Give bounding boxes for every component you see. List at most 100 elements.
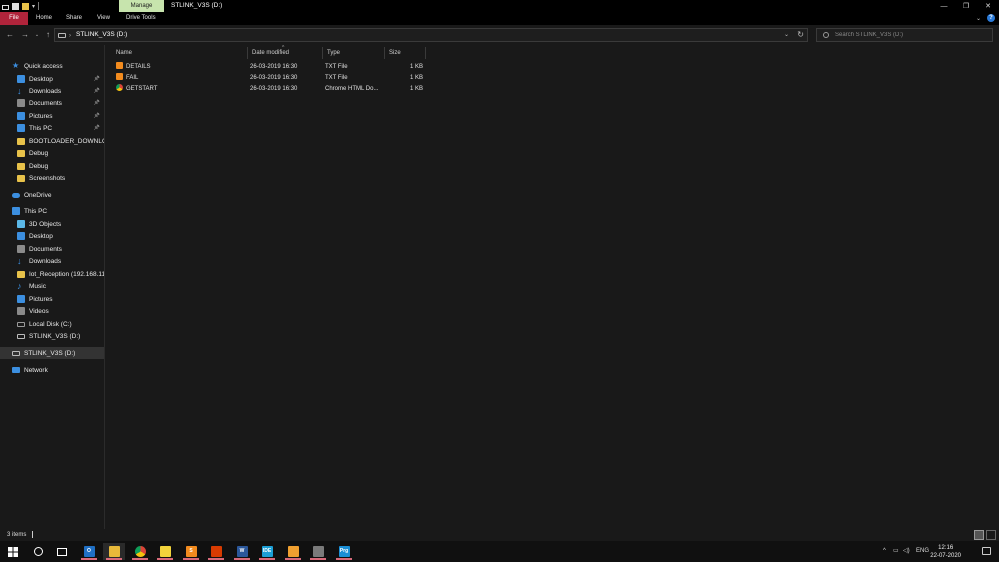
network-status-icon[interactable]: ▭: [893, 541, 899, 562]
file-type: Chrome HTML Do...: [325, 86, 379, 92]
sticky-notes-icon: [159, 546, 171, 557]
table-row[interactable]: DETAILS 26-03-2019 16:30 TXT File 1 KB: [112, 62, 432, 73]
nav-item-local-disk-c[interactable]: Local Disk (C:): [0, 318, 104, 330]
taskbar-app-office[interactable]: [205, 543, 227, 560]
up-arrow-icon[interactable]: ↑: [42, 29, 54, 41]
help-icon[interactable]: ?: [987, 14, 995, 22]
maximize-button[interactable]: ❐: [955, 0, 977, 12]
nav-item-pictures[interactable]: Pictures 📌: [0, 110, 104, 122]
breadcrumb-separator-icon[interactable]: ›: [69, 30, 71, 42]
taskbar-app-sticky-notes[interactable]: [154, 543, 176, 560]
nav-item-debug[interactable]: Debug: [0, 160, 104, 172]
taskbar-app-file-explorer[interactable]: [103, 543, 125, 560]
nav-item-label: Downloads: [29, 257, 62, 265]
show-hidden-icons-chevron-icon[interactable]: ^: [883, 541, 886, 562]
nav-item-pictures[interactable]: Pictures: [0, 293, 104, 305]
search-icon: [823, 32, 829, 38]
address-history-chevron-icon[interactable]: ⌄: [784, 29, 789, 41]
forward-arrow-icon[interactable]: →: [19, 29, 31, 41]
nav-item-this-pc[interactable]: This PC 📌: [0, 122, 104, 134]
taskbar-app-sublime-text[interactable]: S: [180, 543, 202, 560]
nav-item-iot-reception-192-168-11-65[interactable]: Iot_Reception (192.168.11.65: [0, 268, 104, 280]
search-box[interactable]: [816, 28, 993, 42]
file-explorer-icon: [108, 546, 120, 557]
column-header-name[interactable]: Name: [112, 47, 248, 59]
close-button[interactable]: ✕: [977, 0, 999, 12]
nav-item-network[interactable]: Network: [0, 364, 104, 376]
nav-item-bootloader-download[interactable]: BOOTLOADER_DOWNLOAD: [0, 135, 104, 147]
taskbar-app-chrome[interactable]: [129, 543, 151, 560]
column-header-date-modified[interactable]: Date modified: [248, 47, 323, 59]
nav-item-3d-objects[interactable]: 3D Objects: [0, 218, 104, 230]
action-center-icon[interactable]: [982, 547, 991, 555]
music-note-icon: ♪: [17, 281, 22, 291]
tab-file[interactable]: File: [0, 12, 28, 25]
large-icons-view-icon[interactable]: [986, 530, 996, 540]
nav-item-desktop[interactable]: Desktop: [0, 230, 104, 242]
nav-item-label: Debug: [29, 149, 49, 157]
new-folder-icon[interactable]: [22, 2, 29, 10]
taskbar-app-ide[interactable]: IDE: [256, 543, 278, 560]
search-button[interactable]: [27, 543, 49, 560]
pin-icon[interactable]: 📌: [94, 100, 100, 106]
taskbar: O S W IDE Prg ^ ▭ ◁) ENG 12:16 22-07-2020: [0, 541, 999, 562]
start-button[interactable]: [2, 543, 24, 560]
nav-item-stlink-v3s-d[interactable]: STLINK_V3S (D:): [0, 330, 104, 342]
taskbar-app-outlook[interactable]: O: [78, 543, 100, 560]
nav-item-stlink-v3s-d[interactable]: STLINK_V3S (D:): [0, 347, 104, 359]
nav-item-music[interactable]: ♪ Music: [0, 280, 104, 292]
pin-icon[interactable]: 📌: [94, 125, 100, 131]
manage-contextual-tab[interactable]: Manage: [119, 0, 164, 12]
status-bar: 3 items: [0, 529, 999, 541]
taskbar-app-word[interactable]: W: [231, 543, 253, 560]
address-bar[interactable]: › STLINK_V3S (D:) ⌄ ↻: [54, 28, 808, 42]
column-header-type[interactable]: Type: [323, 47, 385, 59]
taskbar-app-notepad-plus[interactable]: [282, 543, 304, 560]
refresh-icon[interactable]: ↻: [797, 29, 804, 41]
minimize-button[interactable]: —: [933, 0, 955, 12]
volume-icon[interactable]: ◁): [903, 541, 910, 562]
nav-item-quick-access[interactable]: ★ Quick access: [0, 60, 104, 72]
nav-item-downloads[interactable]: ↓ Downloads 📌: [0, 85, 104, 97]
customize-toolbar-icon[interactable]: ▾: [32, 3, 35, 10]
search-input[interactable]: [835, 29, 985, 41]
word-icon: W: [236, 546, 248, 557]
tab-home[interactable]: Home: [36, 12, 52, 25]
nav-item-documents[interactable]: Documents 📌: [0, 97, 104, 109]
breadcrumb-path[interactable]: STLINK_V3S (D:): [76, 29, 127, 41]
nav-item-debug[interactable]: Debug: [0, 147, 104, 159]
nav-item-videos[interactable]: Videos: [0, 305, 104, 317]
computer-icon: [17, 124, 25, 132]
nav-item-onedrive[interactable]: OneDrive: [0, 189, 104, 201]
clock[interactable]: 12:16 22-07-2020: [930, 544, 961, 560]
navigation-pane[interactable]: ★ Quick access Desktop 📌 ↓ Downloads 📌 Document…: [0, 45, 105, 529]
file-list[interactable]: Name ^ Date modified Type Size DETAILS 26…: [106, 45, 999, 529]
tab-share[interactable]: Share: [66, 12, 82, 25]
download-arrow-icon: ↓: [17, 86, 22, 96]
pin-icon[interactable]: 📌: [94, 88, 100, 94]
running-indicator: [132, 558, 148, 560]
table-row[interactable]: FAIL 26-03-2019 16:30 TXT File 1 KB: [112, 73, 432, 84]
task-view-icon: [57, 547, 67, 556]
nav-item-downloads[interactable]: ↓ Downloads: [0, 255, 104, 267]
nav-item-documents[interactable]: Documents: [0, 243, 104, 255]
back-arrow-icon[interactable]: ←: [4, 29, 16, 41]
nav-item-this-pc[interactable]: This PC: [0, 205, 104, 217]
language-indicator[interactable]: ENG: [916, 541, 929, 562]
column-header-size[interactable]: Size: [385, 47, 426, 59]
details-view-icon[interactable]: [974, 530, 984, 540]
pin-icon[interactable]: 📌: [94, 113, 100, 119]
taskbar-app-programmer[interactable]: Prg: [333, 543, 355, 560]
chrome-icon: [134, 546, 146, 557]
tab-drive-tools[interactable]: Drive Tools: [126, 12, 156, 25]
pin-icon[interactable]: 📌: [94, 76, 100, 82]
nav-item-label: OneDrive: [24, 191, 52, 199]
nav-item-screenshots[interactable]: Screenshots: [0, 172, 104, 184]
taskbar-app-terminal[interactable]: [307, 543, 329, 560]
tab-view[interactable]: View: [97, 12, 110, 25]
properties-icon[interactable]: [12, 2, 19, 10]
table-row[interactable]: GETSTART 26-03-2019 16:30 Chrome HTML Do..…: [112, 84, 432, 95]
task-view-button[interactable]: [51, 543, 73, 560]
nav-item-desktop[interactable]: Desktop 📌: [0, 73, 104, 85]
expand-ribbon-chevron-icon[interactable]: ⌄: [976, 15, 981, 22]
